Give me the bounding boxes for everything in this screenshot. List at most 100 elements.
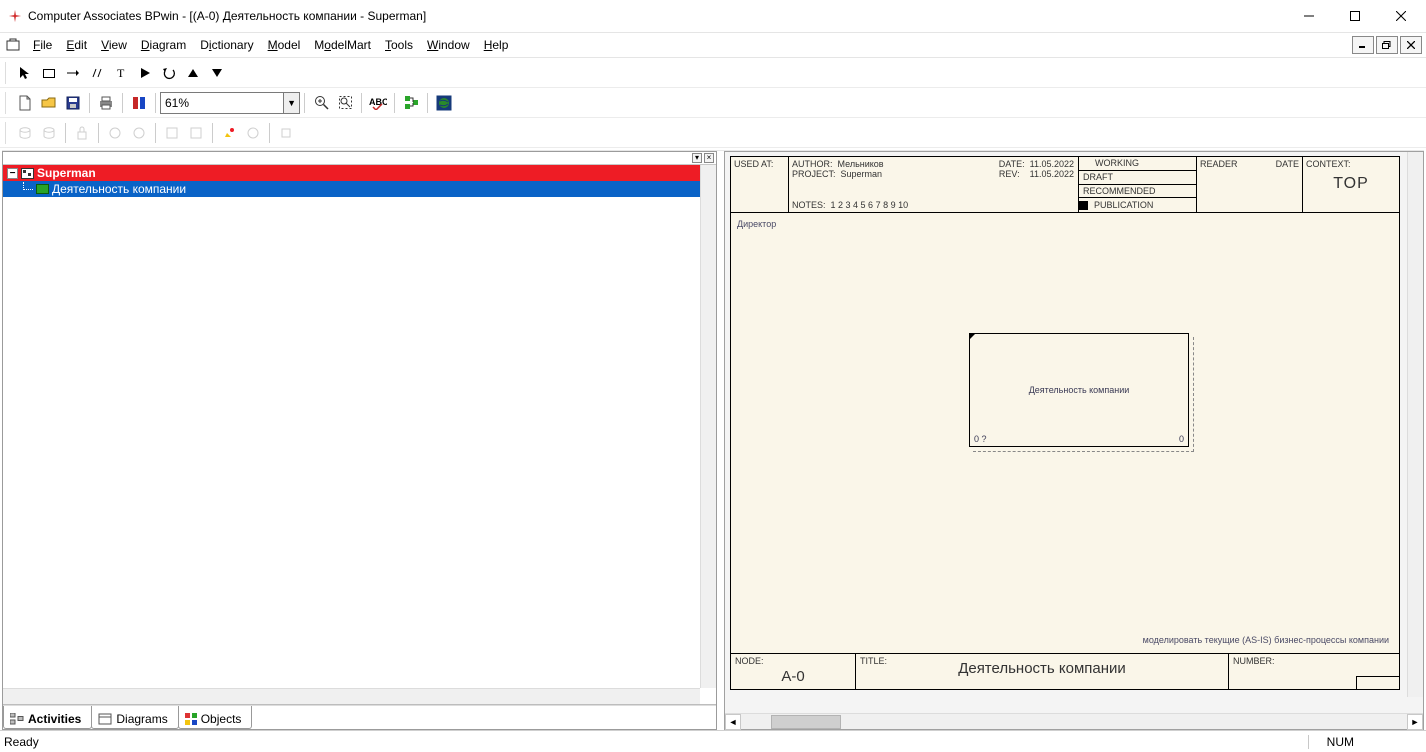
window-title: Computer Associates BPwin - [(A-0) Деяте… [28, 9, 426, 23]
status-recommended: RECOMMENDED [1079, 185, 1196, 199]
pane-close-button[interactable]: × [704, 153, 714, 163]
mm-button-5 [160, 121, 184, 145]
toolbar-grip[interactable] [5, 92, 10, 114]
tree-root[interactable]: − Superman [3, 165, 700, 181]
splitter[interactable] [717, 151, 724, 730]
toolbar-standard: ▼ ABC [0, 88, 1426, 118]
title-value: Деятельность компании [856, 660, 1228, 677]
toolbar-separator [155, 123, 156, 143]
tree-item[interactable]: Деятельность компании [3, 181, 700, 197]
scroll-thumb[interactable] [771, 715, 841, 729]
mdi-controls [1350, 36, 1422, 54]
toolbar-separator [394, 93, 395, 113]
reader-label: READER [1200, 159, 1238, 169]
titlebar: Computer Associates BPwin - [(A-0) Деяте… [0, 0, 1426, 32]
model-tree[interactable]: − Superman Деятельность компании [3, 165, 700, 688]
canvas-vertical-scrollbar[interactable] [1407, 152, 1423, 697]
minimize-button[interactable] [1286, 1, 1332, 31]
zoom-input[interactable] [161, 95, 283, 111]
context-cell: CONTEXT: TOP [1303, 157, 1399, 212]
menu-window[interactable]: Window [420, 36, 477, 54]
model-explorer-button[interactable] [399, 91, 423, 115]
idef0-page: USED AT: AUTHOR: Мельников PROJECT: Supe… [730, 156, 1400, 690]
zoom-in-button[interactable] [309, 91, 333, 115]
menu-model[interactable]: Model [261, 36, 308, 54]
tab-activities[interactable]: Activities [3, 706, 92, 729]
text-tool-button[interactable]: T [109, 61, 133, 85]
tab-objects-label: Objects [201, 712, 242, 726]
tab-objects[interactable]: Objects [178, 706, 253, 729]
toolbar-separator [122, 93, 123, 113]
squiggle-tool-button[interactable] [85, 61, 109, 85]
menu-diagram[interactable]: Diagram [134, 36, 193, 54]
toolbar-grip[interactable] [5, 62, 10, 84]
zoom-dropdown-button[interactable]: ▼ [283, 93, 299, 113]
zoom-fit-button[interactable] [333, 91, 357, 115]
new-button[interactable] [13, 91, 37, 115]
purpose-text: моделировать текущие (AS-IS) бизнес-проц… [1143, 635, 1389, 645]
tree-horizontal-scrollbar[interactable] [3, 688, 700, 704]
menu-edit[interactable]: Edit [59, 36, 94, 54]
save-button[interactable] [61, 91, 85, 115]
arrow-tool-button[interactable] [61, 61, 85, 85]
zoom-combo[interactable]: ▼ [160, 92, 300, 114]
close-button[interactable] [1378, 1, 1424, 31]
menu-help[interactable]: Help [477, 36, 516, 54]
tab-diagrams-label: Diagrams [116, 712, 167, 726]
up-triangle-button[interactable] [181, 61, 205, 85]
toolbar-separator [304, 93, 305, 113]
mdi-restore-button[interactable] [1376, 36, 1398, 54]
date2-label: DATE [1276, 159, 1299, 169]
project-value: Superman [841, 169, 883, 179]
tree-collapse-icon[interactable]: − [7, 168, 18, 179]
toolbar-grip[interactable] [5, 122, 10, 144]
context-value: TOP [1303, 175, 1399, 193]
toolbar-separator [89, 93, 90, 113]
menu-file[interactable]: File [26, 36, 59, 54]
pointer-tool-button[interactable] [13, 61, 37, 85]
activity-box[interactable]: Деятельность компании 0 ? 0 [969, 333, 1189, 447]
open-button[interactable] [37, 91, 61, 115]
rev-value: 11.05.2022 [1030, 169, 1074, 179]
toolbar-modelmart [0, 118, 1426, 148]
number-label: NUMBER: [1233, 656, 1275, 666]
mdi-close-button[interactable] [1400, 36, 1422, 54]
menu-dictionary[interactable]: Dictionary [193, 36, 260, 54]
mm-button-7 [241, 121, 265, 145]
model-icon [21, 168, 34, 179]
undo-tool-button[interactable] [157, 61, 181, 85]
maximize-button[interactable] [1332, 1, 1378, 31]
mdi-minimize-button[interactable] [1352, 36, 1374, 54]
statusbar: Ready NUM [0, 730, 1426, 752]
play-tool-button[interactable] [133, 61, 157, 85]
tab-diagrams[interactable]: Diagrams [91, 706, 178, 729]
tree-vertical-scrollbar[interactable] [700, 165, 716, 688]
status-working: WORKING [1079, 157, 1196, 171]
menu-modelmart[interactable]: ModelMart [307, 36, 378, 54]
tree-container: − Superman Деятельность компании [3, 165, 716, 705]
pane-dropdown-button[interactable]: ▾ [692, 153, 702, 163]
spellcheck-button[interactable]: ABC [366, 91, 390, 115]
diagrams-icon [98, 713, 112, 725]
canvas-horizontal-scrollbar[interactable]: ◄ ► [725, 713, 1423, 729]
palette-button[interactable] [127, 91, 151, 115]
author-value: Мельников [838, 159, 884, 169]
diagram-body[interactable]: Директор Деятельность компании 0 ? 0 мод… [731, 213, 1399, 653]
status-draft: DRAFT [1079, 171, 1196, 185]
menu-tools[interactable]: Tools [378, 36, 420, 54]
window-controls [1286, 1, 1424, 31]
toolbar-separator [98, 123, 99, 143]
scroll-left-button[interactable]: ◄ [725, 714, 741, 730]
idef-footer: NODE: A-0 TITLE: Деятельность компании N… [731, 653, 1399, 689]
node-value: A-0 [731, 668, 855, 685]
print-button[interactable] [94, 91, 118, 115]
activity-box-tool-button[interactable] [37, 61, 61, 85]
tab-activities-label: Activities [28, 712, 81, 726]
menu-view[interactable]: View [94, 36, 134, 54]
globe-button[interactable] [432, 91, 456, 115]
mm-highlight-button[interactable] [217, 121, 241, 145]
scroll-right-button[interactable]: ► [1407, 714, 1423, 730]
mm-button-6 [184, 121, 208, 145]
diagram-canvas[interactable]: USED AT: AUTHOR: Мельников PROJECT: Supe… [725, 152, 1423, 713]
down-triangle-button[interactable] [205, 61, 229, 85]
